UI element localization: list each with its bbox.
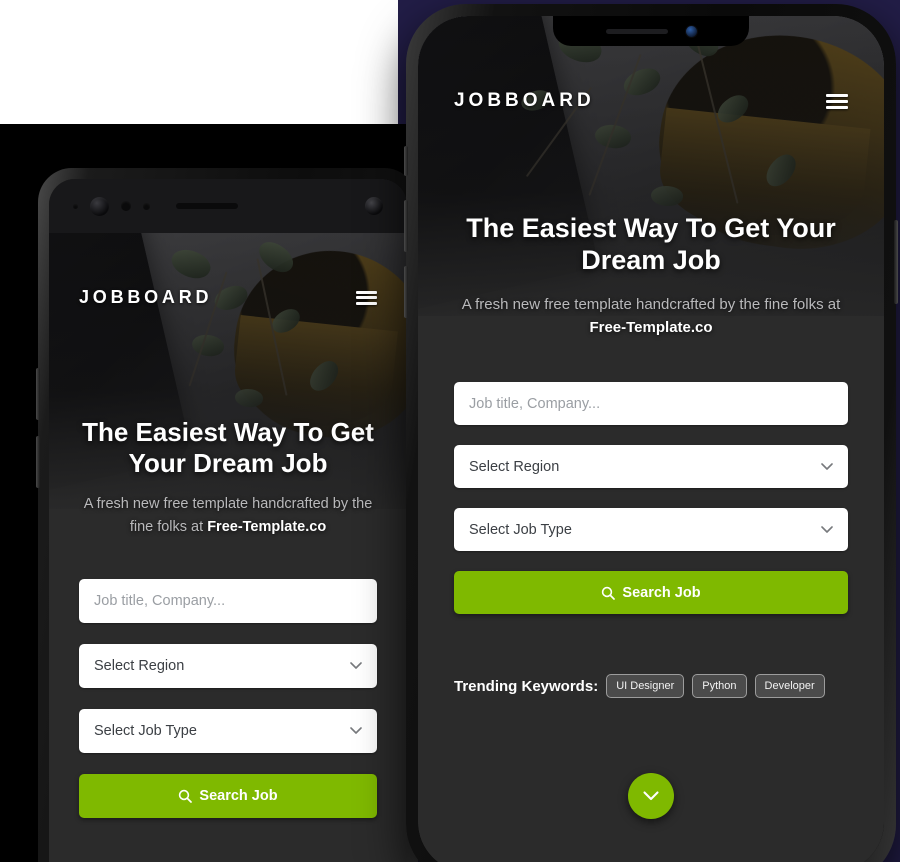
chevron-down-icon [643,791,659,801]
front-camera-icon [90,196,109,216]
proximity-sensor-icon [73,203,78,209]
search-job-button[interactable]: Search Job [79,774,377,818]
iphone-screen: JOBBOARD The Easiest Way To Get Your Dre… [418,16,884,862]
hero-subtitle-text: A fresh new free template handcrafted by… [461,295,841,313]
android-navbar: JOBBOARD [49,287,407,308]
front-camera-icon [685,25,697,37]
screenshot-stage: JOBBOARD The Easiest Way To Get Your Dre… [0,0,900,862]
search-input[interactable]: Job title, Company... [454,382,848,425]
jobtype-select[interactable]: Select Job Type [454,508,848,551]
earpiece-speaker [176,203,238,209]
iphone-search-form: Job title, Company... Select Region Sele… [454,382,848,614]
hero-subtitle: A fresh new free template handcrafted by… [446,293,856,340]
light-sensor-icon [121,201,131,211]
iphone-silent-switch[interactable] [404,146,408,176]
chevron-down-icon [350,662,362,669]
ir-sensor-icon [143,202,150,210]
iphone-screen-bezel: JOBBOARD The Easiest Way To Get Your Dre… [418,16,884,862]
hero-subtitle-link[interactable]: Free-Template.co [589,319,712,336]
jobtype-select[interactable]: Select Job Type [79,709,377,753]
brand-logo[interactable]: JOBBOARD [79,287,212,308]
trending-keywords-label: Trending Keywords: [454,677,599,695]
region-select-value: Select Region [94,658,185,674]
iphone-volume-up-button[interactable] [404,200,408,252]
brand-logo[interactable]: JOBBOARD [454,90,595,112]
iphone-hero-copy: The Easiest Way To Get Your Dream Job A … [418,213,884,339]
scroll-down-button[interactable] [628,773,674,819]
iphone-volume-down-button[interactable] [404,266,408,318]
chevron-down-icon [350,727,362,734]
magnifier-icon [179,789,193,803]
android-top-bezel [49,179,407,233]
hero-title: The Easiest Way To Get Your Dream Job [82,417,374,478]
jobtype-select-value: Select Job Type [94,723,197,739]
search-input[interactable]: Job title, Company... [79,579,377,623]
android-volume-down-button[interactable] [36,436,40,488]
magnifier-icon [602,586,616,600]
search-job-button[interactable]: Search Job [454,571,848,614]
chevron-down-icon [821,462,833,470]
iphone-phone-mockup: JOBBOARD The Easiest Way To Get Your Dre… [404,4,898,862]
android-screen-bezel: JOBBOARD The Easiest Way To Get Your Dre… [49,179,407,862]
android-volume-up-button[interactable] [36,368,40,420]
iphone-power-button[interactable] [894,220,898,304]
trending-tag-ui-designer[interactable]: UI Designer [606,674,685,698]
earpiece-speaker [605,28,668,34]
region-select[interactable]: Select Region [79,644,377,688]
hero-title: The Easiest Way To Get Your Dream Job [466,213,836,275]
trending-keywords: Trending Keywords: UI Designer Python De… [454,674,825,698]
hamburger-menu-icon[interactable] [356,290,377,305]
search-job-label: Search Job [199,788,278,804]
hero-subtitle: A fresh new free template handcrafted by… [73,493,383,538]
trending-tag-python[interactable]: Python [692,674,747,698]
secondary-camera-icon [365,197,383,215]
hero-subtitle-link[interactable]: Free-Template.co [207,519,326,535]
hamburger-menu-icon[interactable] [826,93,848,109]
search-job-label: Search Job [622,584,701,601]
region-select[interactable]: Select Region [454,445,848,488]
android-screen: JOBBOARD The Easiest Way To Get Your Dre… [49,179,407,862]
iphone-navbar: JOBBOARD [418,90,884,112]
android-search-form: Job title, Company... Select Region Sele… [79,579,377,818]
iphone-notch [553,16,749,46]
region-select-value: Select Region [469,458,560,475]
chevron-down-icon [821,525,833,533]
jobtype-select-value: Select Job Type [469,521,572,538]
trending-tag-developer[interactable]: Developer [754,674,825,698]
backdrop-white-panel [0,0,398,124]
android-hero-copy: The Easiest Way To Get Your Dream Job A … [49,417,407,538]
android-phone-mockup: JOBBOARD The Easiest Way To Get Your Dre… [36,168,418,862]
